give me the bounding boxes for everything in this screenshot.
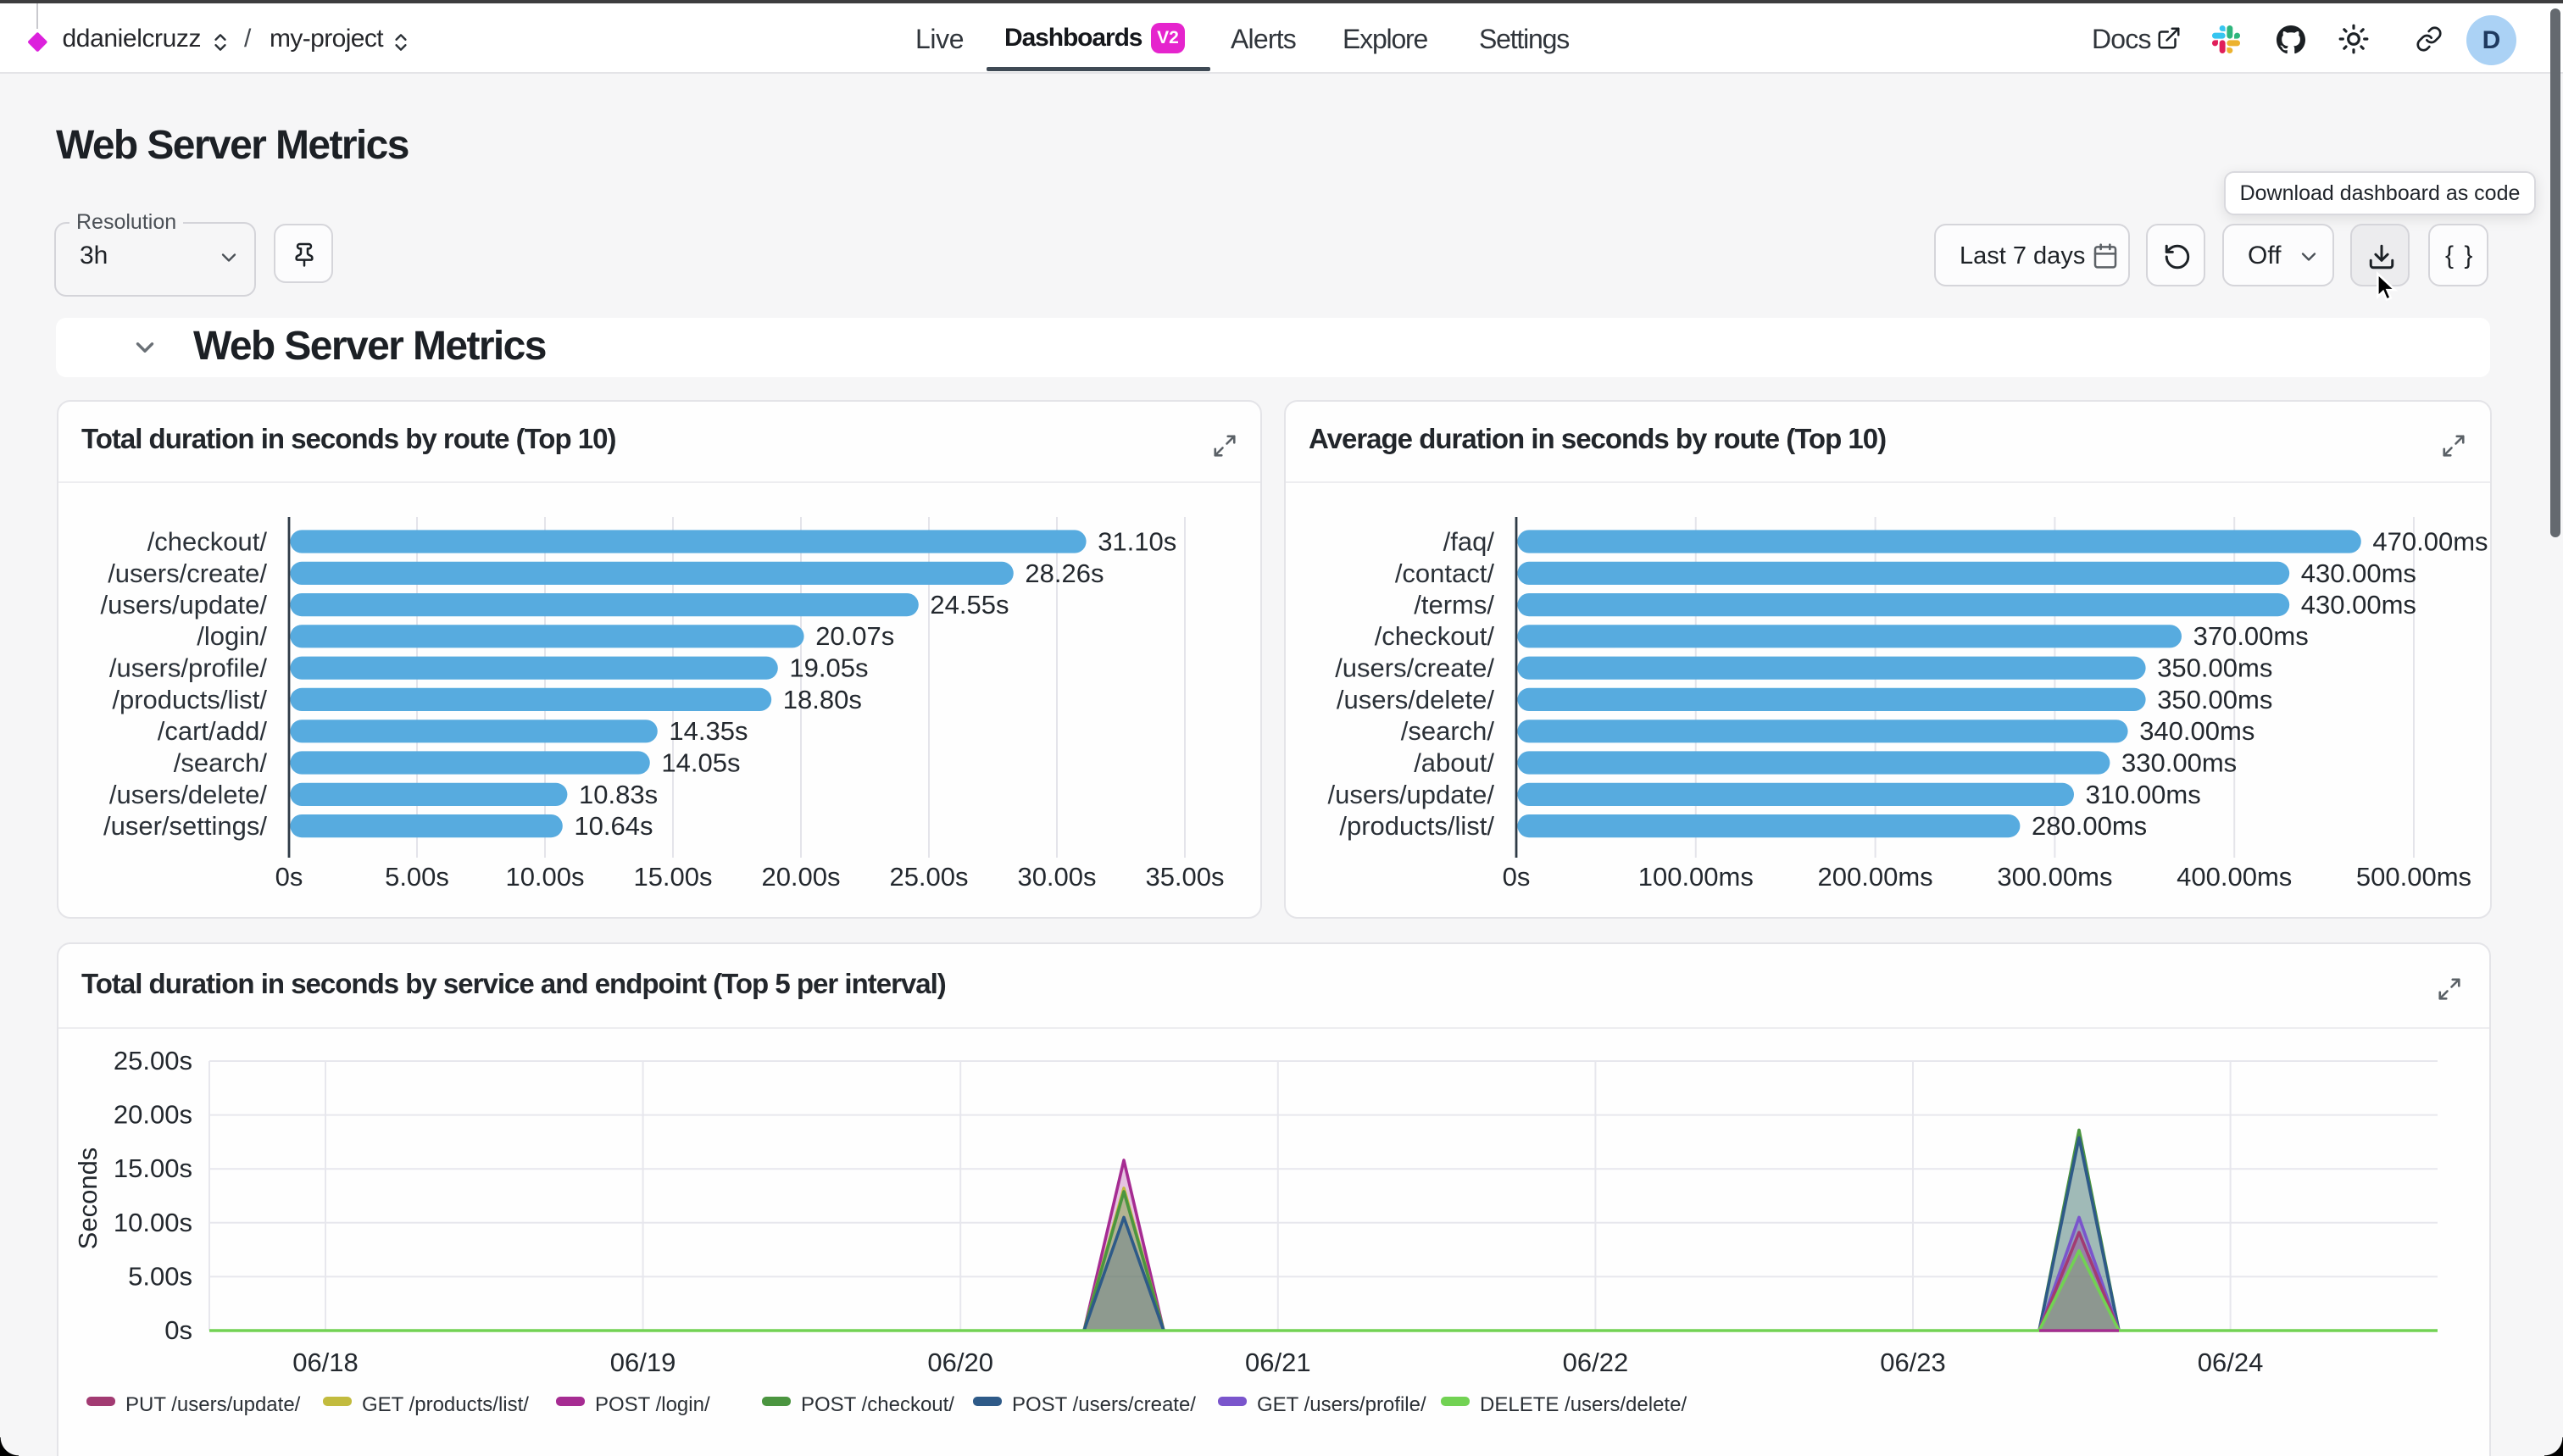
svg-text:0s: 0s xyxy=(164,1315,192,1345)
svg-text:20.00s: 20.00s xyxy=(114,1100,192,1130)
svg-text:20.07s: 20.07s xyxy=(815,621,894,651)
svg-text:/terms/: /terms/ xyxy=(1414,590,1494,620)
svg-text:POST /checkout/: POST /checkout/ xyxy=(801,1393,954,1416)
svg-text:10.00s: 10.00s xyxy=(505,862,584,892)
svg-text:/faq/: /faq/ xyxy=(1443,526,1495,556)
svg-text:25.00s: 25.00s xyxy=(114,1046,192,1075)
svg-text:5.00s: 5.00s xyxy=(385,862,449,892)
svg-text:GET /users/profile/: GET /users/profile/ xyxy=(1257,1393,1426,1416)
svg-text:/users/update/: /users/update/ xyxy=(1328,780,1495,809)
svg-text:24.55s: 24.55s xyxy=(930,590,1009,620)
svg-text:500.00ms: 500.00ms xyxy=(2356,862,2471,892)
svg-text:10.00s: 10.00s xyxy=(114,1208,192,1237)
svg-text:330.00ms: 330.00ms xyxy=(2121,747,2237,777)
svg-text:/checkout/: /checkout/ xyxy=(147,526,268,556)
svg-text:/login/: /login/ xyxy=(197,621,267,651)
svg-text:20.00s: 20.00s xyxy=(761,862,840,892)
svg-text:15.00s: 15.00s xyxy=(633,862,712,892)
svg-text:35.00s: 35.00s xyxy=(1145,862,1224,892)
svg-text:470.00ms: 470.00ms xyxy=(2372,526,2488,556)
svg-text:POST /users/create/: POST /users/create/ xyxy=(1012,1393,1196,1416)
svg-text:310.00ms: 310.00ms xyxy=(2086,780,2201,809)
svg-text:06/20: 06/20 xyxy=(927,1348,993,1377)
svg-text:06/18: 06/18 xyxy=(292,1348,359,1377)
svg-text:340.00ms: 340.00ms xyxy=(2139,716,2254,746)
svg-text:06/24: 06/24 xyxy=(2198,1348,2264,1377)
svg-text:30.00s: 30.00s xyxy=(1017,862,1096,892)
svg-text:06/21: 06/21 xyxy=(1245,1348,1311,1377)
svg-text:/user/settings/: /user/settings/ xyxy=(103,811,267,841)
svg-text:Seconds: Seconds xyxy=(73,1148,103,1250)
svg-text:06/19: 06/19 xyxy=(610,1348,676,1377)
svg-text:POST /login/: POST /login/ xyxy=(595,1393,710,1416)
svg-text:0s: 0s xyxy=(275,862,303,892)
svg-text:0s: 0s xyxy=(1503,862,1531,892)
svg-text:31.10s: 31.10s xyxy=(1098,526,1176,556)
svg-text:/users/create/: /users/create/ xyxy=(108,559,267,588)
svg-text:200.00ms: 200.00ms xyxy=(1818,862,1933,892)
svg-text:350.00ms: 350.00ms xyxy=(2157,685,2272,714)
svg-text:350.00ms: 350.00ms xyxy=(2157,653,2272,683)
svg-text:/users/create/: /users/create/ xyxy=(1335,653,1494,683)
svg-text:18.80s: 18.80s xyxy=(783,685,862,714)
svg-text:/products/list/: /products/list/ xyxy=(112,685,267,714)
svg-text:370.00ms: 370.00ms xyxy=(2193,621,2309,651)
svg-text:/checkout/: /checkout/ xyxy=(1375,621,1495,651)
svg-text:10.83s: 10.83s xyxy=(579,780,658,809)
svg-text:14.35s: 14.35s xyxy=(669,716,748,746)
svg-text:400.00ms: 400.00ms xyxy=(2177,862,2292,892)
svg-text:19.05s: 19.05s xyxy=(789,653,868,683)
svg-text:DELETE /users/delete/: DELETE /users/delete/ xyxy=(1480,1393,1687,1416)
svg-text:06/23: 06/23 xyxy=(1880,1348,1946,1377)
svg-text:/cart/add/: /cart/add/ xyxy=(158,716,268,746)
svg-text:/users/update/: /users/update/ xyxy=(101,590,268,620)
svg-text:GET /products/list/: GET /products/list/ xyxy=(362,1393,529,1416)
svg-text:/users/delete/: /users/delete/ xyxy=(1337,685,1494,714)
svg-text:06/22: 06/22 xyxy=(1563,1348,1629,1377)
svg-text:5.00s: 5.00s xyxy=(128,1261,192,1291)
svg-text:PUT /users/update/: PUT /users/update/ xyxy=(125,1393,301,1416)
svg-text:15.00s: 15.00s xyxy=(114,1153,192,1183)
svg-text:28.26s: 28.26s xyxy=(1025,559,1104,588)
svg-text:/search/: /search/ xyxy=(174,747,268,777)
svg-text:/users/profile/: /users/profile/ xyxy=(109,653,267,683)
svg-text:14.05s: 14.05s xyxy=(661,747,740,777)
svg-text:/products/list/: /products/list/ xyxy=(1339,811,1494,841)
svg-text:25.00s: 25.00s xyxy=(889,862,968,892)
svg-text:/about/: /about/ xyxy=(1414,747,1494,777)
svg-text:430.00ms: 430.00ms xyxy=(2301,559,2416,588)
svg-text:100.00ms: 100.00ms xyxy=(1638,862,1754,892)
svg-text:/search/: /search/ xyxy=(1401,716,1495,746)
svg-text:280.00ms: 280.00ms xyxy=(2032,811,2147,841)
svg-text:/contact/: /contact/ xyxy=(1395,559,1495,588)
svg-text:300.00ms: 300.00ms xyxy=(1997,862,2112,892)
svg-text:10.64s: 10.64s xyxy=(574,811,653,841)
svg-text:430.00ms: 430.00ms xyxy=(2301,590,2416,620)
svg-text:/users/delete/: /users/delete/ xyxy=(109,780,267,809)
